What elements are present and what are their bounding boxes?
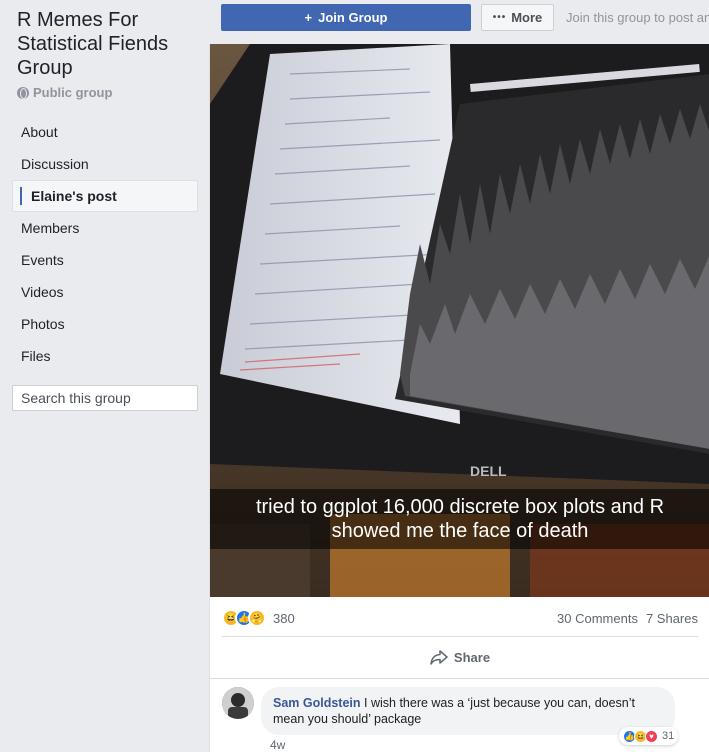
nav-item-label: Members [21,220,80,236]
comment-timestamp[interactable]: 4w [270,738,285,752]
share-arrow-icon [430,650,448,665]
sidebar: R Memes For Statistical Fiends Group Pub… [0,0,209,752]
post-photo[interactable]: DELL tried to ggplot 16,000 discrete box… [210,44,709,597]
nav-item-label: Discussion [21,156,89,172]
reaction-count: 380 [273,610,295,626]
nav-item-files[interactable]: Files [12,340,198,372]
join-group-label: Join Group [318,10,388,25]
page: R Memes For Statistical Fiends Group Pub… [0,0,709,752]
avatar[interactable] [222,687,254,719]
nav-item-discussion[interactable]: Discussion [12,148,198,180]
comment-bubble: Sam Goldstein I wish there was a ‘just b… [261,687,675,735]
ellipsis-icon: ••• [492,12,507,23]
love-icon: ♥ [645,729,658,743]
nav-item-label: About [21,124,58,140]
share-label: Share [453,649,491,665]
nav-item-videos[interactable]: Videos [12,276,198,308]
group-action-bar: + Join Group ••• More Join this group to… [209,0,709,40]
nav-item-about[interactable]: About [12,116,198,148]
nav-item-label: Photos [21,316,65,332]
globe-icon [17,86,29,99]
nav-item-photos[interactable]: Photos [12,308,198,340]
nav-item-label: Elaine's post [31,188,117,204]
comment-author[interactable]: Sam Goldstein [273,696,361,710]
care-icon: 🤗 [248,609,266,627]
meme-caption: tried to ggplot 16,000 discrete box plot… [210,489,709,549]
more-button[interactable]: ••• More [481,4,554,31]
group-title[interactable]: R Memes For Statistical Fiends Group [17,8,202,80]
shares-count-link[interactable]: 7 Shares [646,611,698,626]
nav-item-events[interactable]: Events [12,244,198,276]
nav-item-members[interactable]: Members [12,212,198,244]
avatar-image [222,687,254,719]
nav-item-label: Files [21,348,51,364]
comment-reaction-count: 31 [662,730,675,742]
engagement-counts: 30 Comments 7 Shares [557,611,698,626]
group-privacy: Public group [17,85,112,100]
post-card: DELL tried to ggplot 16,000 discrete box… [209,44,709,752]
active-indicator [20,187,22,205]
comments-count-link[interactable]: 30 Comments [557,611,638,626]
privacy-label: Public group [33,85,113,100]
group-search [12,385,202,411]
search-input[interactable] [21,390,202,406]
nav-item-label: Events [21,252,64,268]
reactions-summary[interactable]: 😆 👍 🤗 380 [222,609,295,627]
nav-item-elaines-post[interactable]: Elaine's post [12,180,198,212]
divider [210,678,709,679]
reaction-icons: 😆 👍 🤗 [222,609,266,627]
nav-item-label: Videos [21,284,64,300]
more-label: More [511,10,543,25]
comment-reactions[interactable]: 👍 😆 ♥ 31 [619,727,679,745]
caption-line-2: showed me the face of death [331,520,589,542]
post-stats: 😆 👍 🤗 380 30 Comments 7 Shares [222,606,698,630]
plus-icon: + [304,10,313,25]
share-button[interactable]: Share [222,641,698,673]
join-hint: Join this group to post and comment. [566,10,709,25]
caption-line-1: tried to ggplot 16,000 discrete box plot… [255,496,665,518]
divider [222,636,698,637]
dell-logo: DELL [470,463,507,479]
group-nav: About Discussion Elaine's post Members E… [12,116,198,372]
join-group-button[interactable]: + Join Group [221,4,471,31]
